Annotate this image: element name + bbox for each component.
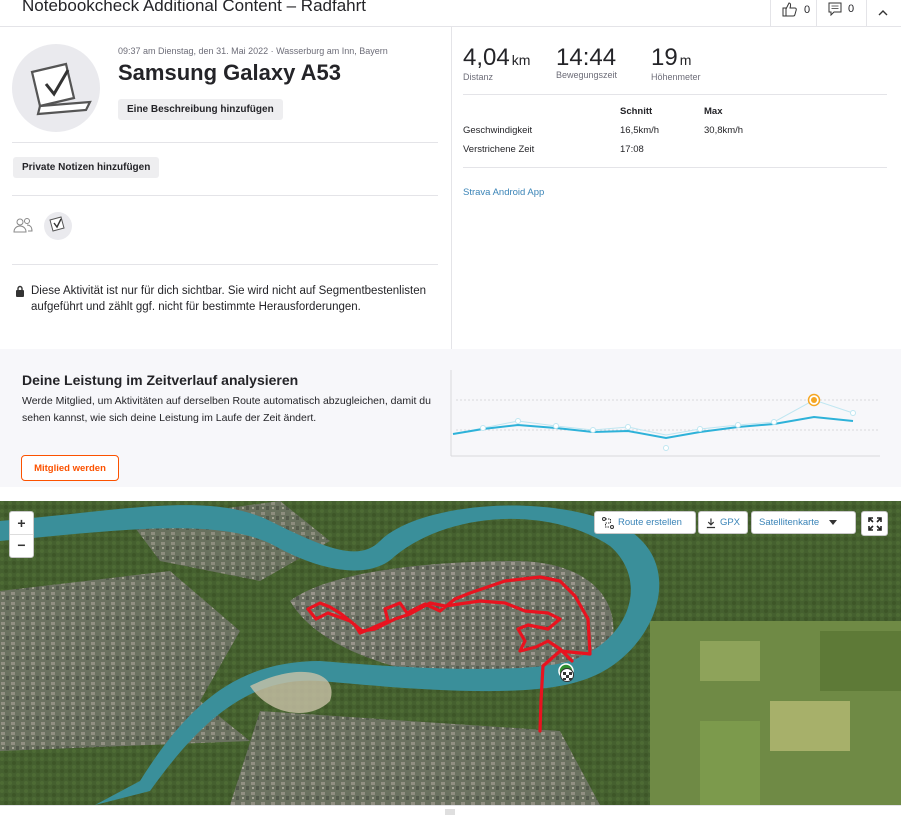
row-label-elapsed-time: Verstrichene Zeit	[463, 144, 535, 155]
collapse-button[interactable]	[878, 4, 888, 22]
comment-icon	[828, 2, 842, 16]
analyze-title: Deine Leistung im Zeitverlauf analysiere…	[22, 372, 299, 388]
caret-down-icon	[829, 520, 838, 525]
activity-map[interactable]	[0, 501, 901, 805]
lock-icon	[15, 284, 25, 302]
map-type-dropdown[interactable]: Satellitenkarte	[751, 511, 856, 534]
add-description-button[interactable]: Eine Beschreibung hinzufügen	[118, 99, 283, 120]
elevation-value: 19	[651, 44, 678, 71]
become-member-button[interactable]: Mitglied werden	[21, 455, 119, 481]
activity-datetime-location: 09:37 am Dienstag, den 31. Mai 2022 · Wa…	[118, 46, 388, 56]
laptop-check-icon	[49, 216, 65, 232]
device-app-link[interactable]: Strava Android App	[463, 187, 544, 198]
stat-elevation: 19 m Höhenmeter	[651, 44, 701, 83]
stat-moving-time: 14:44 Bewegungszeit	[556, 44, 618, 81]
gpx-label: GPX	[719, 517, 740, 528]
comments-button[interactable]: 0	[828, 2, 854, 16]
distance-unit: km	[511, 52, 531, 68]
distance-label: Distanz	[463, 72, 494, 82]
column-header-max: Max	[704, 106, 723, 117]
expand-icon	[867, 516, 882, 531]
satellite-map-view	[0, 501, 901, 805]
map-type-label: Satellitenkarte	[759, 517, 820, 528]
private-notes-button[interactable]: Private Notizen hinzufügen	[13, 157, 160, 178]
elapsed-time-avg: 17:08	[620, 144, 644, 155]
divider	[12, 195, 438, 196]
group-activity-button[interactable]	[13, 217, 33, 238]
analyze-description: Werde Mitglied, um Aktivitäten auf derse…	[22, 395, 431, 424]
elevation-label: Höhenmeter	[651, 72, 701, 82]
speed-max: 30,8km/h	[704, 125, 744, 136]
page-title: Notebookcheck Additional Content – Radfa…	[22, 0, 367, 15]
header-divider	[816, 0, 817, 26]
privacy-notice: Diese Aktivität ist nur für dich sichtba…	[31, 285, 427, 313]
moving-time-value: 14:44	[556, 44, 617, 71]
stat-distance: 4,04 km Distanz	[463, 44, 531, 83]
finish-flag-icon	[560, 668, 574, 682]
route-icon	[602, 516, 614, 529]
fullscreen-button[interactable]	[861, 511, 888, 536]
activity-title[interactable]: Samsung Galaxy A53	[118, 60, 341, 86]
divider	[12, 264, 438, 265]
map-resize-bar[interactable]	[0, 805, 901, 820]
speed-avg: 16,5km/h	[620, 125, 660, 136]
elevation-unit: m	[679, 52, 692, 68]
create-route-button[interactable]: Route erstellen	[594, 511, 696, 534]
avatar[interactable]	[12, 44, 100, 132]
trend-chart-illustration	[450, 370, 880, 457]
header-divider	[866, 0, 867, 26]
zoom-in-button[interactable]: +	[10, 512, 33, 535]
drag-handle-icon	[445, 809, 455, 815]
distance-value: 4,04	[463, 44, 510, 71]
card-divider	[451, 27, 452, 349]
column-header-avg: Schnitt	[620, 106, 653, 117]
kudos-button[interactable]: 0	[782, 2, 810, 17]
thumbs-up-icon	[782, 2, 797, 17]
zoom-control: + −	[9, 511, 34, 558]
zoom-out-button[interactable]: −	[10, 534, 33, 556]
header-divider	[770, 0, 771, 26]
divider	[463, 94, 887, 95]
page-header: Notebookcheck Additional Content – Radfa…	[0, 0, 901, 27]
kudos-count: 0	[804, 3, 811, 16]
moving-time-label: Bewegungszeit	[556, 70, 618, 80]
divider	[12, 142, 438, 143]
people-icon	[13, 218, 33, 233]
comments-count: 0	[848, 3, 855, 15]
create-route-label: Route erstellen	[618, 517, 682, 528]
laptop-check-icon	[30, 62, 92, 116]
chevron-up-icon	[878, 10, 888, 16]
gpx-download-button[interactable]: GPX	[698, 511, 748, 534]
athlete-avatar-small[interactable]	[44, 212, 72, 240]
row-label-speed: Geschwindigkeit	[463, 125, 533, 136]
download-icon	[706, 517, 716, 528]
divider	[463, 167, 887, 168]
